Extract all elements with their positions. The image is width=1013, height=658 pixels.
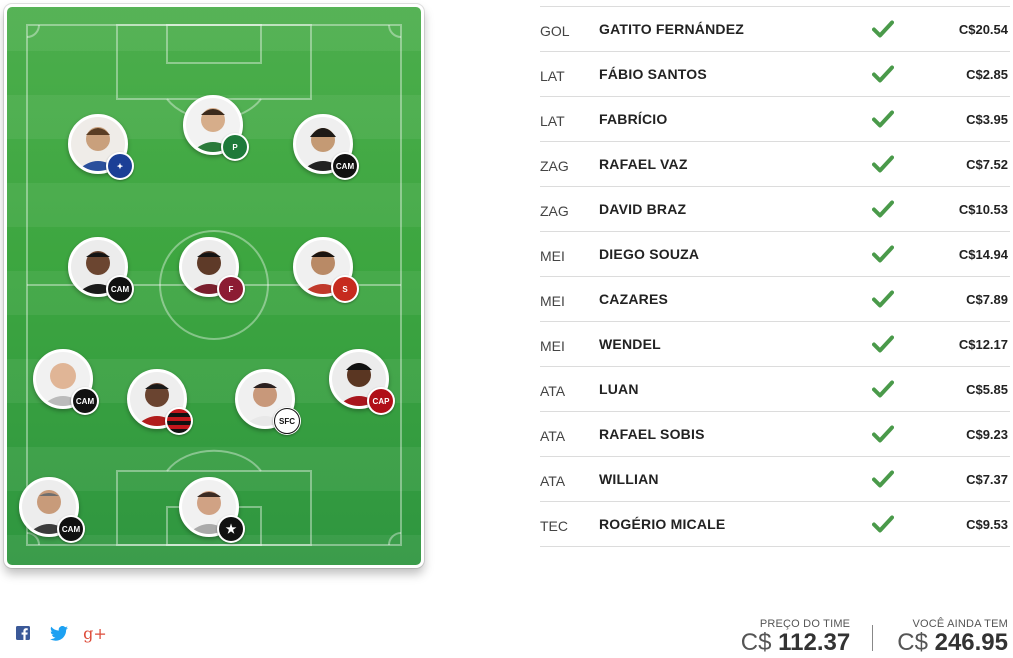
player-card-goal[interactable]: ★: [179, 477, 245, 543]
player-name: FABRÍCIO: [599, 111, 668, 127]
lineup-row[interactable]: LAT FABRÍCIO C$3.95: [540, 96, 1010, 141]
position-label: TEC: [540, 518, 568, 534]
botafogo-crest-icon: ★: [217, 515, 245, 543]
player-name: DIEGO SOUZA: [599, 246, 700, 262]
player-name: ROGÉRIO MICALE: [599, 516, 726, 532]
player-card-mei-3[interactable]: S: [293, 237, 359, 303]
player-name: FÁBIO SANTOS: [599, 66, 707, 82]
fluminense-crest-icon: F: [217, 275, 245, 303]
soccer-pitch: ✦ P CAM CAM F S CAM SFC CAP CAM ★: [7, 7, 421, 565]
lineup-row[interactable]: ATA LUAN C$5.85: [540, 366, 1010, 411]
check-icon: [872, 200, 894, 218]
palmeiras-crest-icon: P: [221, 133, 249, 161]
player-card-lat-right[interactable]: CAP: [329, 349, 395, 415]
player-price: C$2.85: [966, 67, 1008, 82]
player-price: C$12.17: [958, 337, 1008, 352]
team-totals: PREÇO DO TIME C$ 112.37 VOCÊ AINDA TEM C…: [741, 617, 1008, 657]
player-price: C$7.89: [966, 292, 1008, 307]
lineup-row[interactable]: ATA RAFAEL SOBIS C$9.23: [540, 411, 1010, 456]
player-card-mei-2[interactable]: F: [179, 237, 245, 303]
check-icon: [872, 515, 894, 533]
check-icon: [872, 20, 894, 38]
player-card-tec[interactable]: CAM: [19, 477, 85, 543]
check-icon: [872, 155, 894, 173]
lineup-row[interactable]: TEC ROGÉRIO MICALE C$9.53: [540, 501, 1010, 547]
google-plus-glyph: g+: [83, 623, 107, 643]
player-card-zag-1[interactable]: [127, 369, 193, 435]
player-name: CAZARES: [599, 291, 669, 307]
check-icon: [872, 425, 894, 443]
atletico-mg-crest-icon: CAM: [71, 387, 99, 415]
sport-crest-icon: S: [331, 275, 359, 303]
position-label: MEI: [540, 248, 565, 264]
atletico-mg-crest-icon: CAM: [331, 152, 359, 180]
lineup-row[interactable]: MEI WENDEL C$12.17: [540, 321, 1010, 366]
player-price: C$20.54: [958, 22, 1008, 37]
google-plus-icon[interactable]: g+: [83, 623, 107, 643]
player-price: C$9.53: [966, 517, 1008, 532]
lineup-row[interactable]: LAT FÁBIO SANTOS C$2.85: [540, 51, 1010, 96]
player-card-lat-left[interactable]: CAM: [33, 349, 99, 415]
player-price: C$14.94: [958, 247, 1008, 262]
atletico-mg-crest-icon: CAM: [106, 275, 134, 303]
player-name: RAFAEL VAZ: [599, 156, 688, 172]
lineup-row[interactable]: ATA WILLIAN C$7.37: [540, 456, 1010, 501]
check-icon: [872, 470, 894, 488]
twitter-icon[interactable]: [49, 624, 69, 642]
check-icon: [872, 290, 894, 308]
player-card-zag-2[interactable]: SFC: [235, 369, 301, 435]
player-price: C$9.23: [966, 427, 1008, 442]
atletico-mg-crest-icon: CAM: [57, 515, 85, 543]
position-label: ATA: [540, 473, 566, 489]
player-price: C$5.85: [966, 382, 1008, 397]
flamengo-crest-icon: [165, 407, 193, 435]
totals-divider: [872, 625, 874, 651]
check-icon: [872, 335, 894, 353]
check-icon: [872, 245, 894, 263]
pitch-card: ✦ P CAM CAM F S CAM SFC CAP CAM ★: [4, 4, 424, 568]
check-icon: [872, 380, 894, 398]
position-label: MEI: [540, 293, 565, 309]
remaining-block: VOCÊ AINDA TEM C$ 246.95: [897, 618, 1008, 657]
team-price-block: PREÇO DO TIME C$ 112.37: [741, 618, 850, 657]
player-name: DAVID BRAZ: [599, 201, 687, 217]
player-name: RAFAEL SOBIS: [599, 426, 705, 442]
player-card-mei-1[interactable]: CAM: [68, 237, 134, 303]
lineup-row[interactable]: GOL GATITO FERNÁNDEZ C$20.54: [540, 6, 1010, 51]
player-name: GATITO FERNÁNDEZ: [599, 21, 745, 37]
position-label: ZAG: [540, 203, 569, 219]
cruzeiro-crest-icon: ✦: [106, 152, 134, 180]
lineup-row[interactable]: MEI DIEGO SOUZA C$14.94: [540, 231, 1010, 276]
player-card-ata-3[interactable]: CAM: [293, 114, 359, 180]
share-bar: g+: [13, 623, 107, 643]
lineup-table: GOL GATITO FERNÁNDEZ C$20.54 LAT FÁBIO SANTO…: [540, 6, 1010, 547]
player-price: C$7.52: [966, 157, 1008, 172]
position-label: GOL: [540, 23, 570, 39]
atletico-pr-crest-icon: CAP: [367, 387, 395, 415]
player-price: C$10.53: [958, 202, 1008, 217]
lineup-row[interactable]: ZAG RAFAEL VAZ C$7.52: [540, 141, 1010, 186]
team-price-value: C$ 112.37: [740, 629, 851, 656]
check-icon: [872, 110, 894, 128]
position-label: MEI: [540, 338, 565, 354]
player-name: WENDEL: [599, 336, 661, 352]
lineup-row[interactable]: ZAG DAVID BRAZ C$10.53: [540, 186, 1010, 231]
player-price: C$3.95: [966, 112, 1008, 127]
position-label: LAT: [540, 68, 565, 84]
player-price: C$7.37: [966, 472, 1008, 487]
check-icon: [872, 65, 894, 83]
position-label: ATA: [540, 383, 566, 399]
player-name: LUAN: [599, 381, 639, 397]
position-label: ZAG: [540, 158, 569, 174]
player-name: WILLIAN: [599, 471, 659, 487]
remaining-value: C$ 246.95: [897, 629, 1008, 656]
position-label: ATA: [540, 428, 566, 444]
santos-crest-icon: SFC: [273, 407, 301, 435]
facebook-icon[interactable]: [13, 624, 33, 642]
lineup-row[interactable]: MEI CAZARES C$7.89: [540, 276, 1010, 321]
player-card-ata-2[interactable]: P: [183, 95, 249, 161]
position-label: LAT: [540, 113, 565, 129]
player-card-ata-1[interactable]: ✦: [68, 114, 134, 180]
